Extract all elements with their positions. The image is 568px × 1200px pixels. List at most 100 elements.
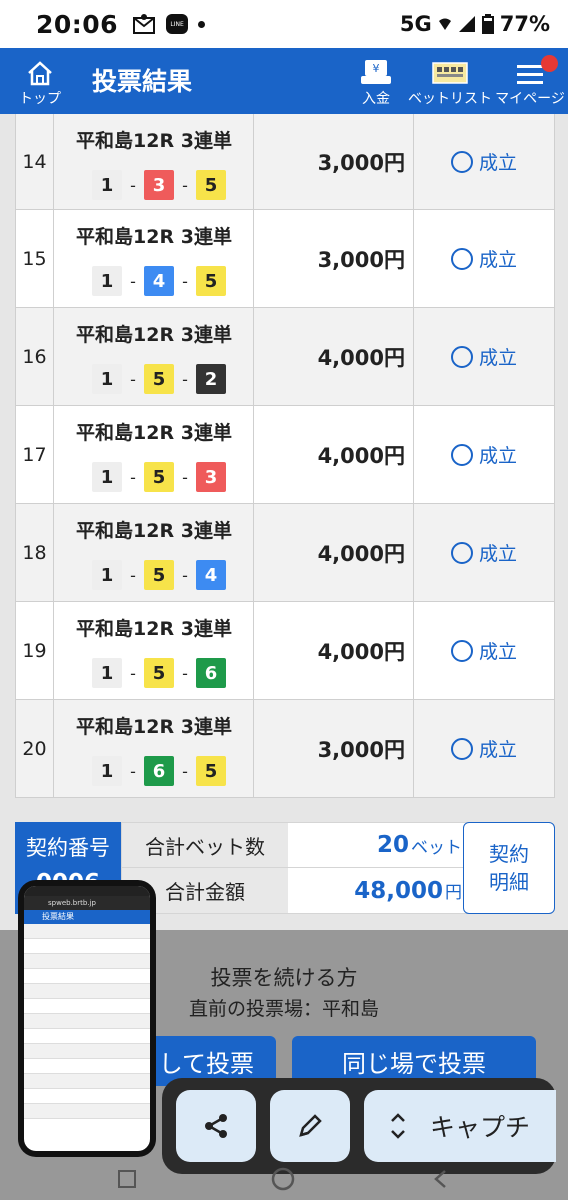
wifi-icon: [438, 18, 451, 30]
status-cell: 成立: [414, 700, 554, 797]
deposit-label: 入金: [362, 91, 390, 107]
betlist-nav-button[interactable]: ベットリスト: [408, 48, 492, 114]
boat-number-badge: 4: [144, 266, 174, 296]
battery-level: 77%: [499, 12, 550, 36]
boat-number-badge: 5: [196, 170, 226, 200]
betlist-icon: [432, 62, 468, 84]
table-row: 18 平和島12R 3連単 1-5-4 4,000円 成立: [16, 504, 554, 602]
status-cell: 成立: [414, 308, 554, 405]
back-nav-icon[interactable]: [430, 1168, 452, 1190]
status-text: 成立: [478, 249, 517, 271]
contract-detail-line2: 明細: [489, 870, 529, 894]
battery-icon: [481, 14, 494, 34]
status-cell: 成立: [414, 210, 554, 307]
vote-same-place-label: 同じ場で投票: [342, 1049, 486, 1078]
home-nav-icon[interactable]: [270, 1166, 296, 1192]
bet-cell: 平和島12R 3連単 1-4-5: [54, 210, 254, 307]
thumbnail-row: [24, 969, 150, 984]
status-text: 成立: [478, 739, 517, 761]
scroll-capture-label: キャプチ: [430, 1113, 531, 1142]
share-icon: [205, 1114, 227, 1138]
total-bets-value: 20 ベット: [288, 823, 470, 867]
expand-vertical-icon: [391, 1113, 405, 1139]
boat-number-badge: 1: [92, 170, 122, 200]
combo-separator: -: [182, 663, 188, 683]
share-button[interactable]: [176, 1090, 256, 1162]
total-bets-row: 合計ベット数 20 ベット: [122, 823, 470, 868]
signal-icon: [458, 16, 475, 32]
deposit-nav-button[interactable]: ¥ 入金: [354, 48, 398, 114]
bet-amount: 3,000円: [254, 210, 414, 307]
combination: 1-5-2: [92, 364, 226, 394]
status-time: 20:06: [36, 9, 119, 39]
table-row: 20 平和島12R 3連単 1-6-5 3,000円 成立: [16, 700, 554, 798]
home-label: トップ: [19, 91, 61, 107]
boat-number-badge: 4: [196, 560, 226, 590]
contract-detail-button[interactable]: 契約 明細: [463, 822, 555, 914]
table-row: 16 平和島12R 3連単 1-5-2 4,000円 成立: [16, 308, 554, 406]
combo-separator: -: [130, 271, 136, 291]
table-row: 15 平和島12R 3連単 1-4-5 3,000円 成立: [16, 210, 554, 308]
home-nav-button[interactable]: トップ: [12, 48, 68, 114]
thumbnail-row: [24, 1014, 150, 1029]
thumbnail-row: [24, 999, 150, 1014]
thumbnail-row: [24, 1059, 150, 1074]
thumbnail-row: [24, 924, 150, 939]
recent-apps-icon[interactable]: [116, 1168, 138, 1190]
combo-separator: -: [130, 467, 136, 487]
status-circle-icon: [450, 443, 473, 466]
race-label: 平和島12R 3連単: [76, 130, 232, 152]
page-title: 投票結果: [92, 67, 193, 96]
app-header: トップ 投票結果 ¥ 入金 ベットリスト マイページ: [0, 48, 568, 114]
status-cell: 成立: [414, 114, 554, 209]
table-row: 19 平和島12R 3連単 1-5-6 4,000円 成立: [16, 602, 554, 700]
thumbnail-row: [24, 984, 150, 999]
thumbnail-status: [24, 886, 150, 896]
boat-number-badge: 3: [196, 462, 226, 492]
boat-number-badge: 1: [92, 462, 122, 492]
bet-amount: 4,000円: [254, 406, 414, 503]
row-number: 17: [16, 406, 54, 503]
bet-cell: 平和島12R 3連単 1-5-2: [54, 308, 254, 405]
total-amount-unit: 円: [445, 883, 462, 903]
boat-number-badge: 3: [144, 170, 174, 200]
combo-separator: -: [130, 175, 136, 195]
boat-number-badge: 5: [144, 364, 174, 394]
boat-number-badge: 1: [92, 756, 122, 786]
race-label: 平和島12R 3連単: [76, 422, 232, 444]
boat-number-badge: 6: [144, 756, 174, 786]
combination: 1-3-5: [92, 170, 226, 200]
screen: 20:06 LINE 5G 77% トップ 投票結果 ¥ 入金 ベットリスト マ…: [0, 0, 568, 1200]
status-circle-icon: [450, 737, 473, 760]
row-number: 18: [16, 504, 54, 601]
edit-button[interactable]: [270, 1090, 350, 1162]
race-label: 平和島12R 3連単: [76, 716, 232, 738]
thumbnail-row: [24, 1029, 150, 1044]
scroll-capture-button[interactable]: キャプチ: [364, 1090, 556, 1162]
summary-table: 合計ベット数 20 ベット 合計金額 48,000 円: [121, 822, 471, 914]
boat-number-badge: 6: [196, 658, 226, 688]
boat-number-badge: 1: [92, 364, 122, 394]
thumbnail-row: [24, 1044, 150, 1059]
bet-cell: 平和島12R 3連単 1-5-6: [54, 602, 254, 699]
svg-text:¥: ¥: [373, 62, 380, 75]
line-app-icon: LINE: [166, 14, 189, 34]
network-type: 5G: [399, 12, 432, 36]
boat-number-badge: 1: [92, 266, 122, 296]
status-circle-icon: [450, 345, 473, 368]
combo-separator: -: [130, 565, 136, 585]
combo-separator: -: [182, 271, 188, 291]
status-cell: 成立: [414, 504, 554, 601]
row-number: 16: [16, 308, 54, 405]
contract-number-label: 契約番号: [26, 836, 110, 860]
table-row: 14 平和島12R 3連単 1-3-5 3,000円 成立: [16, 114, 554, 210]
status-circle-icon: [450, 639, 473, 662]
thumbnail-row: [24, 939, 150, 954]
status-text: 成立: [478, 641, 517, 663]
boat-number-badge: 1: [92, 560, 122, 590]
status-circle-icon: [450, 150, 473, 173]
total-bets-unit: ベット: [411, 837, 462, 858]
boat-number-badge: 5: [196, 756, 226, 786]
combination: 1-5-6: [92, 658, 226, 688]
screenshot-thumbnail[interactable]: spweb.brtb.jp 投票結果: [18, 880, 156, 1157]
